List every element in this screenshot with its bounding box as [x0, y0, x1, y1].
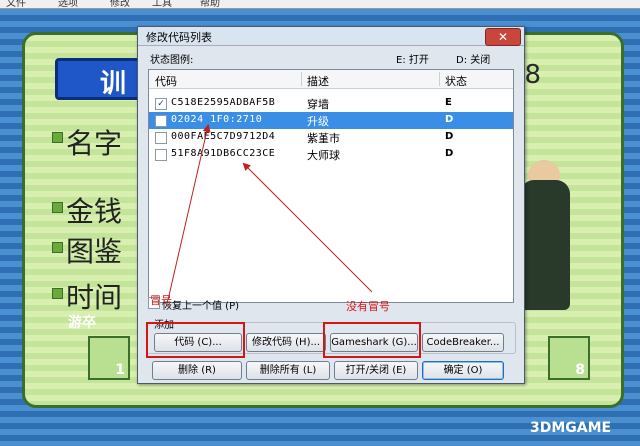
column-desc[interactable]: 描述	[307, 73, 329, 89]
cheat-status: E	[445, 97, 452, 108]
list-header: 代码 描述 状态	[149, 70, 513, 89]
delete-all-button[interactable]: 删除所有 (L)	[246, 361, 330, 380]
close-button[interactable]: ✕	[485, 28, 521, 46]
annotation-no-colon: 没有冒号	[346, 300, 390, 313]
codebreaker-button[interactable]: CodeBreaker...	[422, 333, 504, 352]
column-divider[interactable]	[301, 72, 302, 86]
cheat-desc: 紫堇市	[307, 132, 340, 145]
cheat-code: 000FAE5C7D9712D4	[171, 131, 276, 142]
cheat-checkbox[interactable]	[155, 132, 167, 144]
annotation-colon: 冒号	[150, 294, 172, 307]
list-item[interactable]: 51F8A91DB6CC23CE 大师球 D	[149, 146, 513, 163]
legend-disabled: D: 关闭	[456, 55, 491, 66]
cheat-checkbox[interactable]	[155, 115, 167, 127]
column-status[interactable]: 状态	[445, 73, 467, 89]
list-item[interactable]: 000FAE5C7D9712D4 紫堇市 D	[149, 129, 513, 146]
badge-box-left: 1	[88, 336, 130, 380]
watermark-left: 游卒	[68, 315, 96, 331]
column-divider[interactable]	[439, 72, 440, 86]
cheat-desc: 升级	[307, 115, 329, 128]
dialog-titlebar[interactable]: 修改代码列表 ✕	[138, 27, 524, 46]
ok-button[interactable]: 确定 (O)	[422, 361, 504, 380]
highlight-box-code-button	[146, 322, 245, 358]
row-pokedex-label: 图鉴	[66, 235, 123, 268]
cheat-checkbox[interactable]	[155, 149, 167, 161]
trainer-sprite	[520, 180, 570, 310]
cheat-status: D	[445, 131, 454, 142]
menu-cheat[interactable]: 修改	[110, 0, 130, 8]
cheat-checkbox[interactable]: ✓	[155, 98, 167, 110]
emulator-menubar: 文件 选项 修改 工具 帮助	[0, 0, 640, 9]
badge-box-right: 8	[548, 336, 590, 380]
legend-enabled: E: 打开	[396, 55, 429, 66]
menu-tools[interactable]: 工具	[152, 0, 172, 8]
row-money-label: 金钱	[66, 195, 123, 228]
restore-previous-label[interactable]: 恢复上一个值 (P)	[162, 297, 239, 312]
highlight-box-gameshark-button	[323, 322, 421, 358]
bullet-icon	[52, 132, 63, 143]
cheat-status: D	[445, 114, 454, 125]
bullet-icon	[52, 202, 63, 213]
trainer-card-title: 训	[100, 69, 127, 99]
dialog-title: 修改代码列表	[146, 31, 212, 44]
edit-code-button[interactable]: 修改代码 (H)...	[246, 333, 326, 352]
cheat-code: 02024 1F0:2710	[171, 114, 263, 125]
cheat-status: D	[445, 148, 454, 159]
column-code[interactable]: 代码	[155, 73, 177, 89]
list-item[interactable]: ✓ C518E2595ADBAF5B 穿墙 E	[149, 95, 513, 112]
row-time-label: 时间	[66, 281, 123, 314]
cheat-desc: 穿墙	[307, 98, 329, 111]
cheat-code: C518E2595ADBAF5B	[171, 97, 276, 108]
list-item-selected[interactable]: 02024 1F0:2710 升级 D	[149, 112, 513, 129]
legend-label: 状态图例:	[150, 55, 194, 66]
bullet-icon	[52, 288, 63, 299]
row-name-label: 名字	[66, 127, 123, 160]
menu-options[interactable]: 选项	[58, 0, 78, 8]
badge-number-left: 1	[115, 362, 125, 378]
delete-button[interactable]: 删除 (R)	[152, 361, 242, 380]
toggle-button[interactable]: 打开/关闭 (E)	[334, 361, 418, 380]
cheat-desc: 大师球	[307, 149, 340, 162]
cheat-code: 51F8A91DB6CC23CE	[171, 148, 276, 159]
bullet-icon	[52, 242, 63, 253]
watermark-brand: 3DMGAME	[530, 420, 612, 436]
menu-help[interactable]: 帮助	[200, 0, 220, 8]
cheat-list[interactable]: 代码 描述 状态 ✓ C518E2595ADBAF5B 穿墙 E 02024 1…	[148, 69, 514, 303]
menu-file[interactable]: 文件	[6, 0, 26, 8]
badge-number-right: 8	[575, 362, 585, 378]
